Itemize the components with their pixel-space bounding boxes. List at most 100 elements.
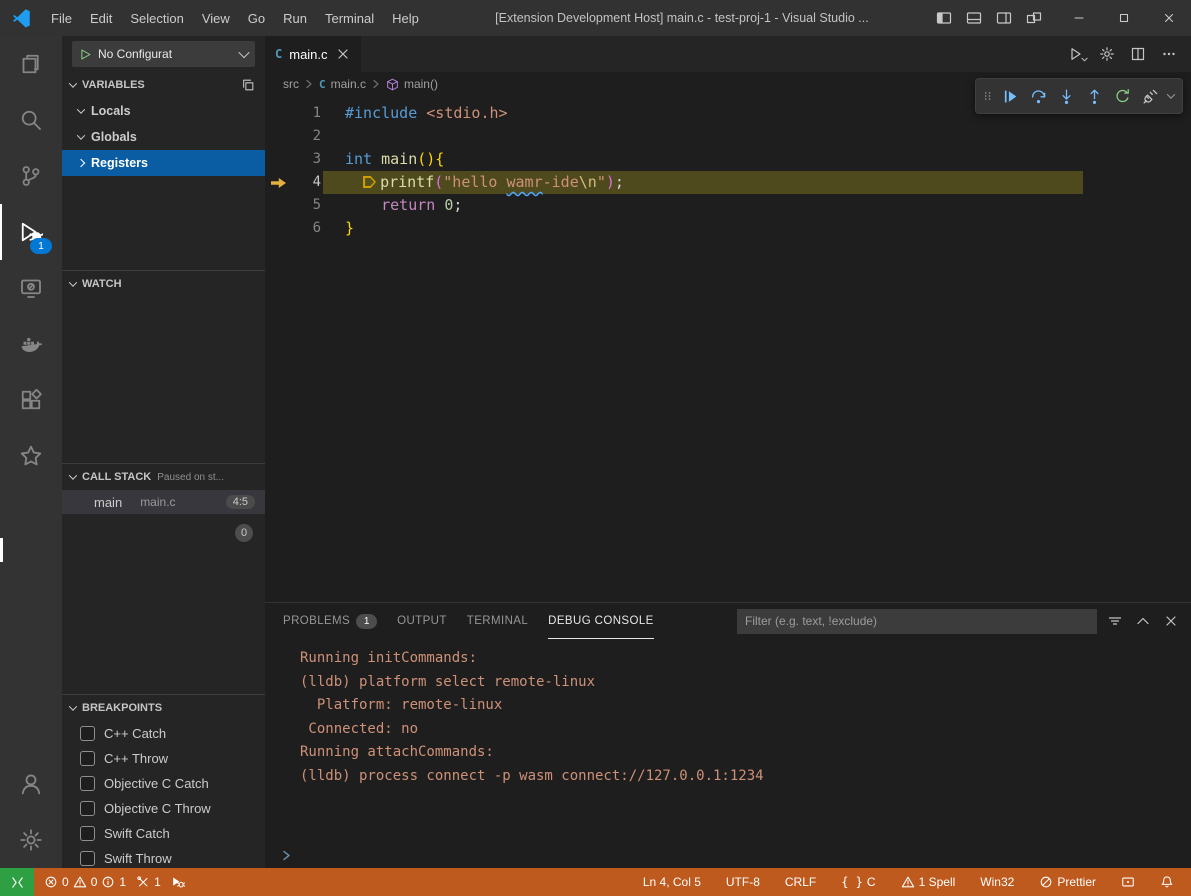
- console-filter-input[interactable]: [737, 609, 1097, 634]
- filter-lines-icon[interactable]: [1107, 613, 1123, 629]
- more-actions-icon[interactable]: [1161, 46, 1177, 62]
- sidebar-item-remote-explorer[interactable]: [0, 260, 62, 316]
- cursor-position[interactable]: Ln 4, Col 5: [638, 868, 706, 896]
- toolbar-grip-icon[interactable]: [981, 83, 995, 109]
- menu-view[interactable]: View: [193, 0, 239, 36]
- breakpoint-checkbox[interactable]: [80, 826, 95, 841]
- breakpoint-item-swift-throw[interactable]: Swift Throw: [62, 846, 265, 868]
- copy-icon[interactable]: [241, 78, 255, 92]
- continue-button[interactable]: [997, 83, 1023, 109]
- call-stack-header[interactable]: CALL STACK Paused on st...: [62, 464, 265, 490]
- tree-item-label: Locals: [91, 104, 131, 118]
- screencast-status[interactable]: [1116, 868, 1140, 896]
- maximize-panel-icon[interactable]: [1135, 613, 1151, 629]
- breakpoint-checkbox[interactable]: [80, 851, 95, 866]
- panel-tab-debug-console[interactable]: DEBUG CONSOLE: [548, 603, 654, 639]
- breakpoint-checkbox[interactable]: [80, 751, 95, 766]
- sidebar-item-docker[interactable]: [0, 316, 62, 372]
- editor[interactable]: 1#include <stdio.h>23int main(){4 printf…: [265, 96, 1191, 602]
- variables-item-locals[interactable]: Locals: [62, 98, 265, 124]
- breakpoint-item-swift-catch[interactable]: Swift Catch: [62, 821, 265, 846]
- step-over-button[interactable]: [1025, 83, 1051, 109]
- problems-status[interactable]: 0 0 1: [39, 868, 131, 896]
- variables-item-globals[interactable]: Globals: [62, 124, 265, 150]
- disconnect-button[interactable]: [1137, 83, 1163, 109]
- menu-help[interactable]: Help: [383, 0, 428, 36]
- breakpoint-gutter[interactable]: [265, 217, 291, 240]
- toggle-secondary-sidebar-icon[interactable]: [996, 10, 1012, 26]
- close-tab-icon[interactable]: [335, 46, 351, 62]
- editor-settings-gear-icon[interactable]: [1099, 46, 1115, 62]
- restart-button[interactable]: [1109, 83, 1135, 109]
- close-panel-icon[interactable]: [1163, 613, 1179, 629]
- menu-selection[interactable]: Selection: [121, 0, 192, 36]
- run-or-debug-icon[interactable]: [1068, 46, 1084, 62]
- sidebar-item-star[interactable]: [0, 428, 62, 484]
- breakpoint-gutter[interactable]: [265, 125, 291, 148]
- breakpoint-gutter[interactable]: [265, 194, 291, 217]
- tab-main-c[interactable]: C main.c: [265, 36, 361, 72]
- debug-status[interactable]: [166, 868, 190, 896]
- debug-console-input[interactable]: [265, 842, 1191, 868]
- step-into-button[interactable]: [1053, 83, 1079, 109]
- breakpoint-item-objective-c-throw[interactable]: Objective C Throw: [62, 796, 265, 821]
- language-mode-selector[interactable]: { } C: [836, 868, 880, 896]
- menu-go[interactable]: Go: [239, 0, 274, 36]
- menu-file[interactable]: File: [42, 0, 81, 36]
- account-button[interactable]: [0, 756, 62, 812]
- toggle-sidebar-icon[interactable]: [936, 10, 952, 26]
- breadcrumb-src[interactable]: src: [283, 77, 299, 91]
- code-token: }: [345, 219, 354, 237]
- sidebar-item-search[interactable]: [0, 92, 62, 148]
- debug-console-output[interactable]: Running initCommands:(lldb) platform sel…: [265, 639, 1191, 842]
- sidebar-item-run-and-debug[interactable]: 1: [0, 204, 62, 260]
- console-line: (lldb) process connect -p wasm connect:/…: [300, 765, 1191, 789]
- sidebar-item-extensions[interactable]: [0, 372, 62, 428]
- menu-terminal[interactable]: Terminal: [316, 0, 383, 36]
- watch-header[interactable]: WATCH: [62, 271, 265, 297]
- breakpoint-item-objective-c-catch[interactable]: Objective C Catch: [62, 771, 265, 796]
- customize-layout-icon[interactable]: [1026, 10, 1042, 26]
- breadcrumb-symbol[interactable]: main(): [404, 77, 438, 91]
- breakpoint-gutter[interactable]: [265, 102, 291, 125]
- minimize-button[interactable]: [1056, 0, 1101, 36]
- sidebar-item-source-control[interactable]: [0, 148, 62, 204]
- stack-frame-row[interactable]: main main.c 4:5: [62, 490, 265, 514]
- settings-button[interactable]: [0, 812, 62, 868]
- formatter-status[interactable]: Prettier: [1034, 868, 1101, 896]
- breakpoint-item-c-throw[interactable]: C++ Throw: [62, 746, 265, 771]
- platform-status[interactable]: Win32: [975, 868, 1019, 896]
- panel-tab-problems[interactable]: PROBLEMS1: [283, 603, 377, 639]
- line-number: 6: [291, 217, 321, 240]
- breakpoint-checkbox[interactable]: [80, 726, 95, 741]
- notifications-status[interactable]: [1155, 868, 1179, 896]
- variables-header[interactable]: VARIABLES: [62, 72, 265, 98]
- panel-tab-output[interactable]: OUTPUT: [397, 603, 447, 639]
- breakpoints-header[interactable]: BREAKPOINTS: [62, 695, 265, 721]
- eol-selector[interactable]: CRLF: [780, 868, 821, 896]
- breadcrumb-file[interactable]: main.c: [331, 77, 366, 91]
- tools-status[interactable]: 1: [131, 868, 166, 896]
- breakpoint-gutter[interactable]: [265, 171, 291, 194]
- breakpoint-checkbox[interactable]: [80, 776, 95, 791]
- split-editor-icon[interactable]: [1130, 46, 1146, 62]
- breakpoint-checkbox[interactable]: [80, 801, 95, 816]
- launch-configuration-dropdown[interactable]: No Configurat: [72, 41, 255, 67]
- toggle-panel-icon[interactable]: [966, 10, 982, 26]
- maximize-button[interactable]: [1101, 0, 1146, 36]
- remote-indicator[interactable]: [0, 868, 34, 896]
- menu-edit[interactable]: Edit: [81, 0, 121, 36]
- spell-checker-status[interactable]: 1 Spell: [896, 868, 961, 896]
- code-token: ;: [615, 173, 624, 191]
- encoding-selector[interactable]: UTF-8: [721, 868, 765, 896]
- call-stack-title: CALL STACK: [82, 471, 151, 483]
- breakpoint-gutter[interactable]: [265, 148, 291, 171]
- breakpoint-item-c-catch[interactable]: C++ Catch: [62, 721, 265, 746]
- chevron-down-icon[interactable]: [1167, 90, 1175, 98]
- panel-tab-terminal[interactable]: TERMINAL: [467, 603, 528, 639]
- menu-run[interactable]: Run: [274, 0, 316, 36]
- step-out-button[interactable]: [1081, 83, 1107, 109]
- variables-item-registers[interactable]: Registers: [62, 150, 265, 176]
- sidebar-item-explorer[interactable]: [0, 36, 62, 92]
- close-window-button[interactable]: [1146, 0, 1191, 36]
